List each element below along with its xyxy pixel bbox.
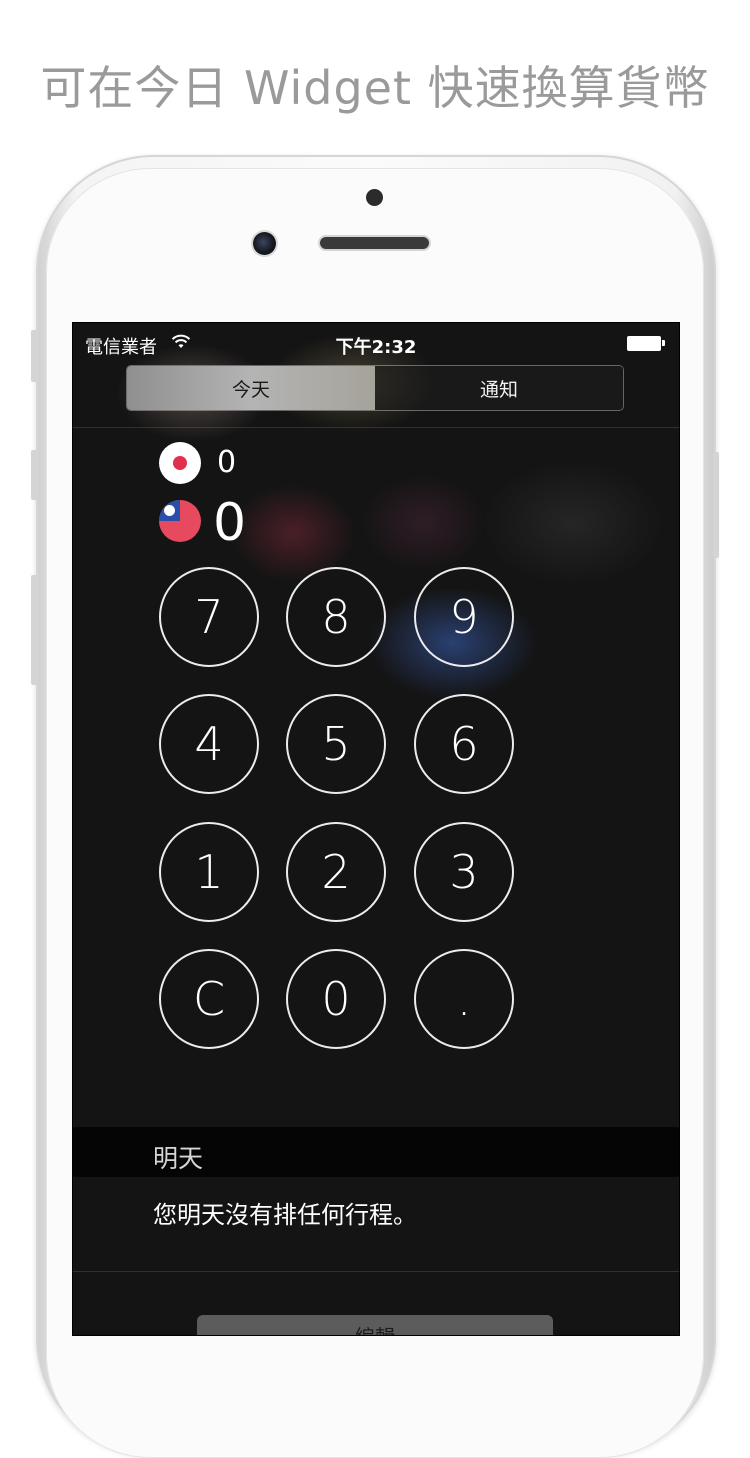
mute-switch: [31, 330, 37, 382]
tomorrow-title: 明天: [153, 1144, 204, 1173]
key-2[interactable]: 2: [286, 822, 386, 922]
source-amount: 0: [217, 445, 237, 480]
front-camera: [253, 232, 276, 255]
key-8[interactable]: 8: [286, 567, 386, 667]
japan-flag-icon[interactable]: [159, 442, 201, 484]
proximity-sensor: [366, 189, 383, 206]
tab-today[interactable]: 今天: [127, 366, 375, 410]
segmented-control: 今天 通知: [126, 365, 624, 411]
taiwan-flag-icon[interactable]: [159, 500, 201, 542]
key-clear[interactable]: C: [159, 949, 259, 1049]
key-4[interactable]: 4: [159, 694, 259, 794]
key-6[interactable]: 6: [414, 694, 514, 794]
key-0[interactable]: 0: [286, 949, 386, 1049]
tomorrow-message: 您明天沒有排任何行程。: [153, 1201, 417, 1229]
converted-amount: 0: [213, 493, 247, 553]
phone-screen: 電信業者 下午2:32 今天 通知 0 0 7 8 9 4 5 6 1 2 3 …: [72, 322, 680, 1336]
footer-divider: [73, 1271, 679, 1272]
japan-flag-sun: [173, 456, 187, 470]
headline: 可在今日 Widget 快速換算貨幣: [40, 61, 710, 115]
status-time: 下午2:32: [335, 337, 417, 358]
key-7[interactable]: 7: [159, 567, 259, 667]
header-divider: [73, 427, 679, 428]
volume-down-button: [31, 575, 37, 685]
battery-tip: [662, 340, 665, 346]
key-3[interactable]: 3: [414, 822, 514, 922]
tomorrow-section-header: 明天: [73, 1127, 679, 1177]
key-1[interactable]: 1: [159, 822, 259, 922]
taiwan-flag-sun: [164, 505, 175, 516]
key-5[interactable]: 5: [286, 694, 386, 794]
key-9[interactable]: 9: [414, 567, 514, 667]
status-bar: 電信業者 下午2:32: [73, 323, 679, 363]
power-button: [713, 452, 719, 558]
tab-notifications[interactable]: 通知: [375, 366, 623, 410]
battery-icon: [627, 336, 661, 351]
volume-up-button: [31, 450, 37, 500]
key-decimal[interactable]: .: [414, 949, 514, 1049]
earpiece-speaker: [320, 237, 429, 249]
edit-button[interactable]: 編輯: [197, 1315, 553, 1335]
